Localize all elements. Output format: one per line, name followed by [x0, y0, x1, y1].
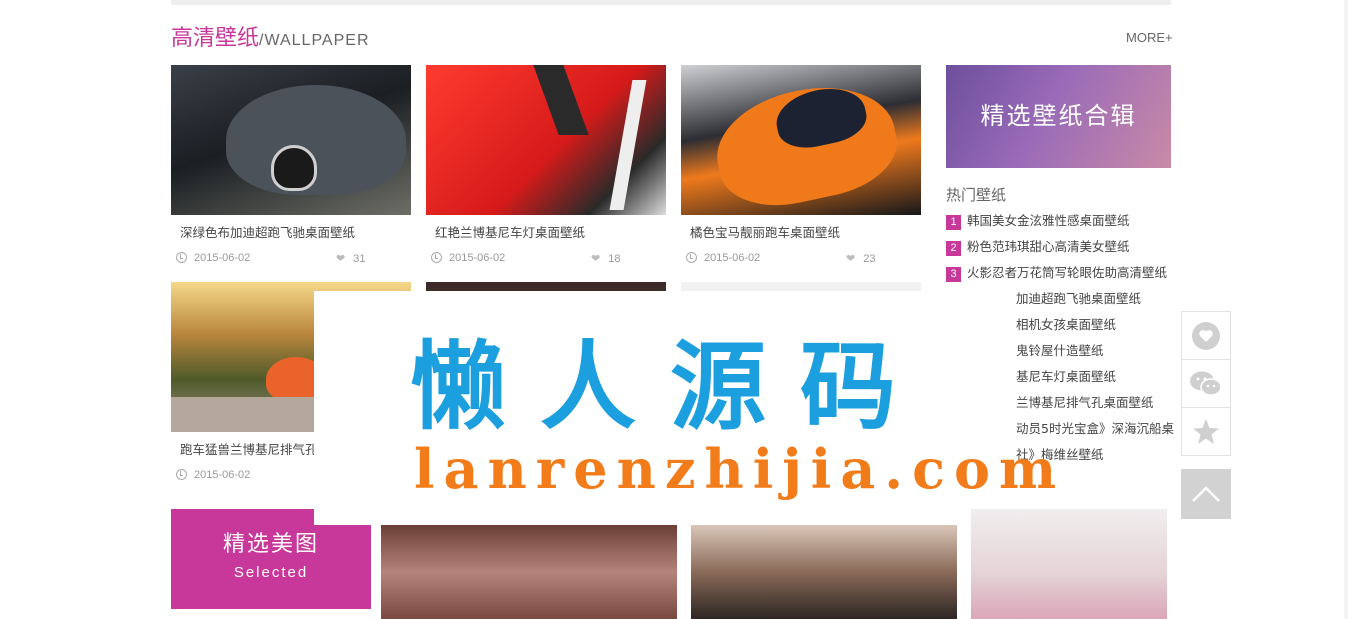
heart-icon [1192, 321, 1220, 350]
card-meta: 2015-06-02 ❤ 23 [686, 252, 921, 266]
hot-list-item[interactable]: 兰博基尼排气孔桌面壁纸 [946, 392, 1176, 418]
photo-thumbnail[interactable] [381, 525, 677, 619]
wallpaper-card[interactable]: 红艳兰博基尼车灯桌面壁纸 2015-06-02 ❤ 18 [426, 65, 666, 266]
hot-wallpapers-title: 热门壁纸 [946, 186, 1007, 204]
like-count: 23 [863, 253, 876, 265]
clock-icon [686, 252, 697, 263]
like-count: 31 [353, 253, 366, 265]
wechat-share-button[interactable] [1181, 359, 1231, 407]
rank-badge: 1 [946, 215, 961, 230]
star-icon [1193, 418, 1219, 444]
side-toolbar [1181, 311, 1231, 456]
card-likes[interactable]: ❤ 23 [846, 252, 875, 265]
hot-list-item[interactable]: 加迪超跑飞驰桌面壁纸 [946, 288, 1176, 314]
hot-list-item[interactable]: 鬼铃屋什造壁纸 [946, 340, 1176, 366]
heart-icon: ❤ [336, 253, 346, 265]
favorite-button[interactable] [1181, 407, 1231, 456]
like-count: 18 [608, 253, 621, 265]
card-title[interactable]: 深绿色布加迪超跑飞驰桌面壁纸 [180, 222, 411, 241]
hot-list-item[interactable]: 2 粉色范玮琪甜心高清美女壁纸 [946, 236, 1176, 262]
clock-icon [431, 252, 442, 263]
section-title: 高清壁纸/WALLPAPER [171, 20, 370, 51]
hot-wallpapers-list: 1 韩国美女金泫雅性感桌面壁纸 2 粉色范玮琪甜心高清美女壁纸 3 火影忍者万花筒写轮… [946, 210, 1176, 470]
back-to-top-button[interactable] [1181, 469, 1231, 519]
page-scrollbar[interactable] [1344, 0, 1348, 619]
hot-item-label[interactable]: 韩国美女金泫雅性感桌面壁纸 [967, 213, 1130, 228]
watermark-logo-cn: 懒人源码 [410, 331, 930, 443]
photo-thumbnail[interactable] [971, 509, 1167, 619]
card-likes[interactable]: ❤ 31 [336, 252, 365, 265]
watermark-overlay: 懒人源码 lanrenzhijia.com [314, 291, 1056, 525]
like-button[interactable] [1181, 311, 1231, 359]
card-likes[interactable]: ❤ 18 [591, 252, 620, 265]
hot-list-item[interactable]: 3 火影忍者万花筒写轮眼佐助高清壁纸 [946, 262, 1176, 288]
selected-title: 精选美图 [222, 532, 319, 557]
wallpaper-thumbnail[interactable] [681, 65, 921, 215]
card-title[interactable]: 橘色宝马靓丽跑车桌面壁纸 [690, 222, 921, 241]
more-link[interactable]: MORE+ [1126, 30, 1173, 45]
chevron-up-icon [1192, 486, 1220, 502]
hot-item-label[interactable]: 粉色范玮琪甜心高清美女壁纸 [967, 239, 1130, 254]
section-title-cn: 高清壁纸 [171, 26, 260, 51]
clock-icon [176, 469, 187, 480]
heart-icon: ❤ [591, 253, 601, 265]
selected-subtitle: Selected [233, 564, 309, 581]
hot-list-item[interactable]: 相机女孩桌面壁纸 [946, 314, 1176, 340]
wallpaper-thumbnail[interactable] [171, 65, 411, 215]
card-title[interactable]: 红艳兰博基尼车灯桌面壁纸 [435, 222, 666, 241]
wechat-icon [1190, 371, 1222, 396]
card-meta: 2015-06-02 ❤ 31 [176, 252, 411, 266]
card-meta: 2015-06-02 ❤ 18 [431, 252, 666, 266]
card-date: 2015-06-02 [704, 252, 761, 264]
watermark-logo-en: lanrenzhijia.com [414, 437, 1066, 501]
rank-badge: 2 [946, 241, 961, 256]
card-date: 2015-06-02 [194, 252, 251, 264]
wallpaper-thumbnail[interactable] [426, 65, 666, 215]
section-title-en: /WALLPAPER [259, 32, 370, 49]
wallpaper-card[interactable]: 橘色宝马靓丽跑车桌面壁纸 2015-06-02 ❤ 23 [681, 65, 921, 266]
heart-icon: ❤ [846, 253, 856, 265]
clock-icon [176, 252, 187, 263]
hot-item-label[interactable]: 火影忍者万花筒写轮眼佐助高清壁纸 [967, 265, 1167, 280]
card-date: 2015-06-02 [449, 252, 506, 264]
wallpaper-card[interactable]: 深绿色布加迪超跑飞驰桌面壁纸 2015-06-02 ❤ 31 [171, 65, 411, 266]
photo-thumbnail[interactable] [691, 525, 957, 619]
card-date: 2015-06-02 [194, 469, 251, 481]
top-divider [171, 0, 1171, 5]
hot-list-item[interactable]: 基尼车灯桌面壁纸 [946, 366, 1176, 392]
rank-badge: 3 [946, 267, 961, 282]
featured-wallpaper-banner[interactable]: 精选壁纸合辑 [946, 65, 1171, 168]
hot-list-item[interactable]: 1 韩国美女金泫雅性感桌面壁纸 [946, 210, 1176, 236]
